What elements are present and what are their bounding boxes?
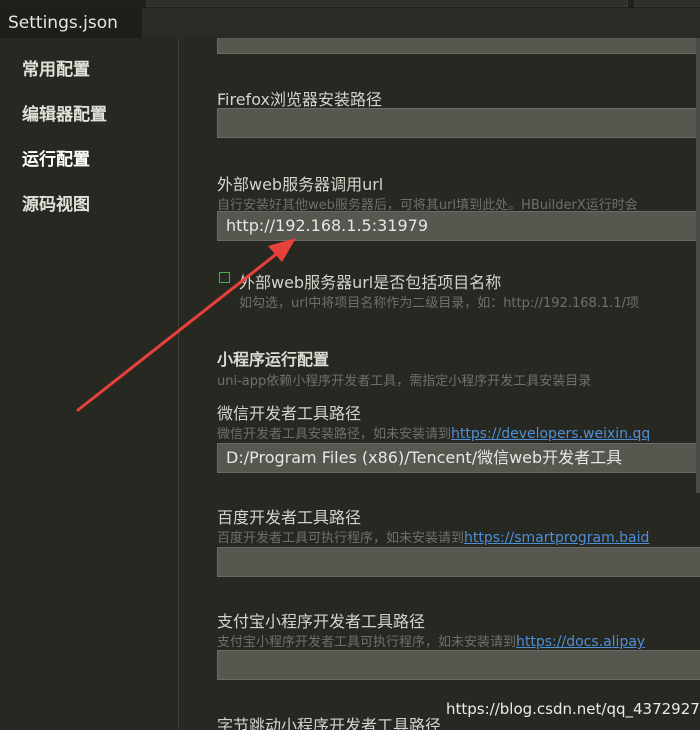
wechat-devtools-input[interactable]: D:/Program Files (x86)/Tencent/微信web开发者工… — [217, 443, 700, 473]
content-scrollbar[interactable] — [696, 38, 700, 493]
tab-settings-json[interactable]: Settings.json — [0, 8, 142, 38]
alipay-devtools-label: 支付宝小程序开发者工具路径 — [217, 612, 426, 631]
wechat-download-link[interactable]: https://developers.weixin.qq — [451, 426, 650, 442]
alipay-hint-text: 支付宝小程序开发者工具可执行程序，如未安装请到 — [217, 635, 517, 650]
include-project-name-label: 外部web服务器url是否包括项目名称 — [239, 273, 502, 292]
sidebar-item-general[interactable]: 常用配置 — [22, 55, 90, 80]
window-top-strip — [0, 0, 700, 8]
firefox-path-input[interactable] — [217, 108, 700, 138]
previous-path-input[interactable] — [217, 38, 700, 54]
sidebar-item-run[interactable]: 运行配置 — [22, 145, 90, 170]
settings-content: Firefox浏览器安装路径 外部web服务器调用url 自行安装好其他web服… — [179, 38, 700, 730]
external-server-url-input[interactable]: http://192.168.1.5:31979 — [217, 211, 700, 241]
alipay-download-link[interactable]: https://docs.alipay — [516, 634, 645, 650]
alipay-devtools-input[interactable] — [217, 650, 700, 680]
miniprogram-section-title: 小程序运行配置 — [217, 350, 330, 369]
miniprogram-section-hint: uni-app依赖小程序开发者工具，需指定小程序开发工具安装目录 — [217, 374, 592, 389]
baidu-devtools-hint: 百度开发者工具可执行程序，如未安装请到https://smartprogram.… — [217, 527, 649, 546]
wechat-devtools-label: 微信开发者工具路径 — [217, 404, 362, 423]
bytedance-devtools-label: 字节跳动小程序开发者工具路径 — [217, 716, 442, 730]
external-server-url-label: 外部web服务器调用url — [217, 175, 384, 194]
baidu-devtools-input[interactable] — [217, 547, 700, 577]
top-segment — [146, 0, 628, 7]
include-project-name-checkbox[interactable] — [219, 272, 230, 283]
baidu-download-link[interactable]: https://smartprogram.baid — [464, 530, 649, 546]
sidebar-item-source-view[interactable]: 源码视图 — [22, 190, 90, 215]
watermark-text: https://blog.csdn.net/qq_43729277 — [446, 700, 700, 718]
wechat-devtools-hint: 微信开发者工具安装路径，如未安装请到https://developers.wei… — [217, 423, 650, 442]
tabbar — [142, 8, 700, 38]
include-project-name-hint: 如勾选，url中将项目名称作为二级目录，如：http://192.168.1.1… — [239, 296, 639, 311]
sidebar-item-editor[interactable]: 编辑器配置 — [22, 100, 107, 125]
firefox-path-label: Firefox浏览器安装路径 — [217, 90, 382, 109]
baidu-devtools-label: 百度开发者工具路径 — [217, 508, 362, 527]
top-segment — [634, 0, 700, 7]
settings-sidebar: 常用配置 编辑器配置 运行配置 源码视图 — [0, 38, 179, 730]
baidu-hint-text: 百度开发者工具可执行程序，如未安装请到 — [217, 531, 465, 546]
wechat-hint-text: 微信开发者工具安装路径，如未安装请到 — [217, 427, 452, 442]
alipay-devtools-hint: 支付宝小程序开发者工具可执行程序，如未安装请到https://docs.alip… — [217, 631, 645, 650]
